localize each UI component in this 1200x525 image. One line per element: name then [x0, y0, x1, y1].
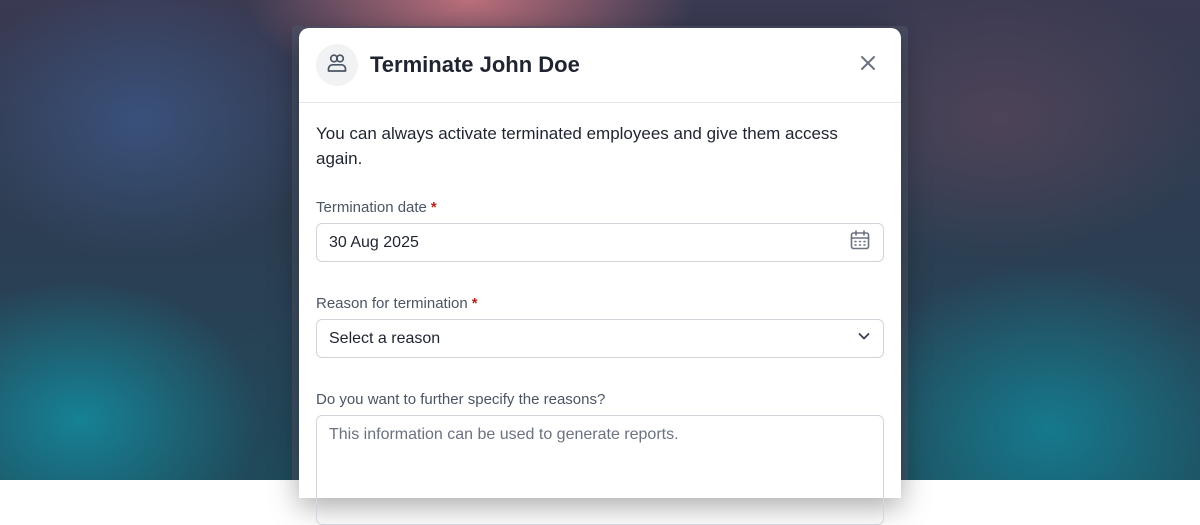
chevron-down-icon[interactable] — [857, 329, 871, 348]
termination-reason-label-text: Reason for termination — [316, 295, 468, 312]
avatar — [316, 44, 358, 86]
users-icon — [325, 51, 349, 80]
termination-date-field: Termination date * 30 Aug 2025 — [316, 199, 884, 262]
termination-date-value[interactable]: 30 Aug 2025 — [329, 234, 849, 252]
modal-title: Terminate John Doe — [370, 52, 580, 77]
termination-details-label: Do you want to further specify the reaso… — [316, 391, 606, 408]
termination-reason-field: Reason for termination * Select a reason — [316, 295, 884, 358]
termination-reason-label: Reason for termination * — [316, 295, 884, 313]
intro-text: You can always activate terminated emplo… — [316, 124, 838, 168]
close-button[interactable] — [854, 51, 882, 79]
close-icon[interactable] — [860, 55, 876, 76]
termination-date-label-text: Termination date — [316, 199, 427, 216]
required-mark: * — [430, 199, 437, 216]
termination-details-textarea[interactable]: This information can be used to generate… — [316, 415, 884, 525]
required-mark: * — [471, 295, 478, 312]
termination-reason-select[interactable]: Select a reason — [316, 319, 884, 358]
termination-details-field: Do you want to further specify the reaso… — [316, 391, 884, 525]
modal-header: Terminate John Doe — [299, 28, 901, 103]
termination-date-label: Termination date * — [316, 199, 884, 217]
calendar-icon[interactable] — [849, 229, 871, 256]
termination-date-input[interactable]: 30 Aug 2025 — [316, 223, 884, 262]
modal-body: You can always activate terminated emplo… — [299, 103, 901, 525]
terminate-employee-modal: Terminate John Doe You can always activa… — [299, 28, 901, 525]
termination-details-placeholder: This information can be used to generate… — [329, 426, 679, 443]
termination-reason-value[interactable]: Select a reason — [329, 330, 857, 348]
